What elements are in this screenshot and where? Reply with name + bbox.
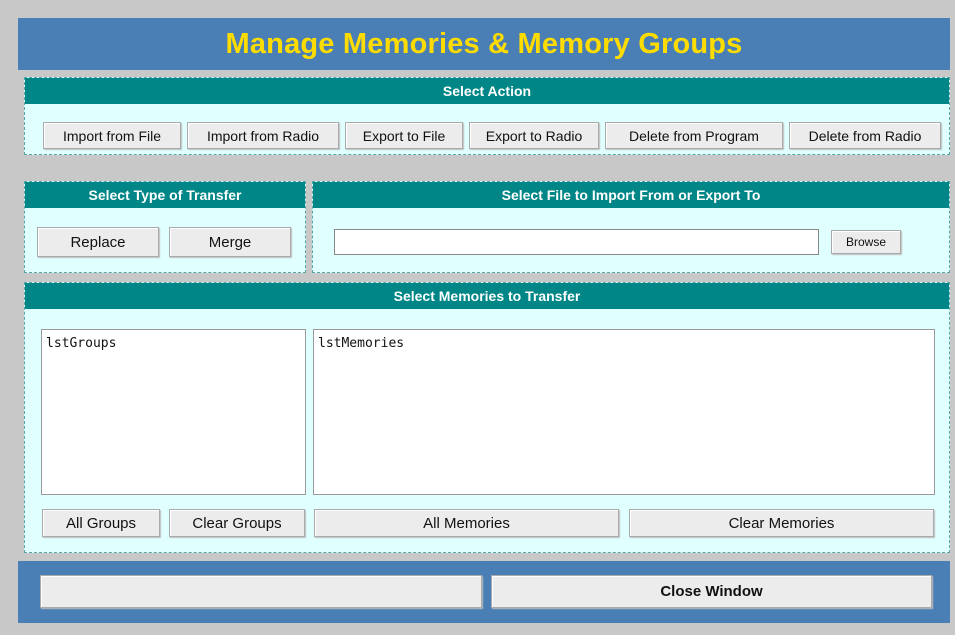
all-memories-button[interactable]: All Memories (314, 509, 619, 537)
delete-from-program-button[interactable]: Delete from Program (605, 122, 783, 149)
delete-from-radio-button[interactable]: Delete from Radio (789, 122, 941, 149)
title-bar: Manage Memories & Memory Groups (18, 18, 950, 70)
transfer-type-panel: Select Type of Transfer Replace Merge (24, 181, 306, 273)
memories-listbox[interactable]: lstMemories (313, 329, 935, 495)
groups-listbox[interactable]: lstGroups (41, 329, 306, 495)
import-from-file-button[interactable]: Import from File (43, 122, 181, 149)
export-to-radio-button[interactable]: Export to Radio (469, 122, 599, 149)
status-field (40, 575, 482, 608)
memories-panel-heading: Select Memories to Transfer (25, 283, 949, 309)
browse-button[interactable]: Browse (831, 230, 901, 254)
action-panel-heading: Select Action (25, 78, 949, 104)
all-groups-button[interactable]: All Groups (42, 509, 160, 537)
file-panel-heading: Select File to Import From or Export To (313, 182, 949, 208)
memories-panel: Select Memories to Transfer lstGroups ls… (24, 282, 950, 553)
action-panel: Select Action Import from File Import fr… (24, 77, 950, 155)
clear-memories-button[interactable]: Clear Memories (629, 509, 934, 537)
replace-button[interactable]: Replace (37, 227, 159, 257)
merge-button[interactable]: Merge (169, 227, 291, 257)
file-panel: Select File to Import From or Export To … (312, 181, 950, 273)
export-to-file-button[interactable]: Export to File (345, 122, 463, 149)
file-path-input[interactable] (334, 229, 819, 255)
transfer-type-heading: Select Type of Transfer (25, 182, 305, 208)
footer-bar: Close Window (18, 561, 950, 623)
window-title: Manage Memories & Memory Groups (225, 27, 743, 60)
import-from-radio-button[interactable]: Import from Radio (187, 122, 339, 149)
clear-groups-button[interactable]: Clear Groups (169, 509, 305, 537)
close-window-button[interactable]: Close Window (491, 575, 932, 608)
